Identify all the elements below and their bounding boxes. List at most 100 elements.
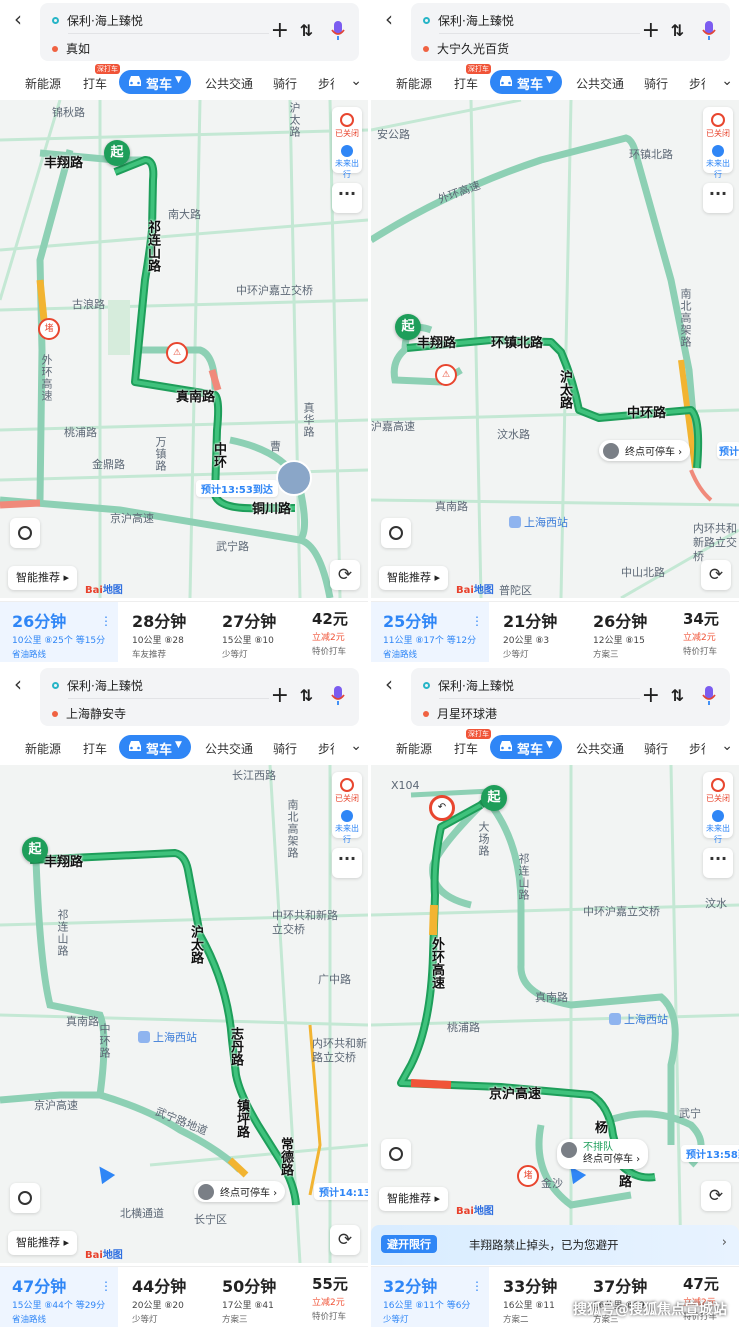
tab-taxi[interactable]: 打车 (83, 740, 107, 757)
road-closure-button[interactable]: 已关闭 未来出行 (332, 107, 362, 179)
tab-drive[interactable]: 驾车 ▼ (119, 735, 191, 759)
microphone-icon[interactable] (331, 21, 345, 41)
destination-field[interactable]: 月星环球港 (423, 705, 497, 722)
route-input-box[interactable]: 保利·海上臻悦 月星环球港 + ⇅ (411, 668, 730, 726)
destination-thumbnail[interactable] (276, 460, 312, 496)
microphone-icon[interactable] (702, 686, 716, 706)
tab-drive[interactable]: 驾车 ▼ (119, 70, 191, 94)
swap-route-icon[interactable]: ⇅ (671, 22, 684, 40)
more-options-icon[interactable]: ··· (332, 183, 362, 213)
parking-chip[interactable]: 不排队 终点可停车 › (557, 1139, 649, 1169)
option-menu-icon[interactable]: ⋮ (471, 1279, 483, 1293)
road-closure-button[interactable]: 已关闭 未来出行 (703, 772, 733, 844)
tab-new-energy[interactable]: 新能源 (25, 740, 61, 757)
tab-cycling[interactable]: 骑行 (273, 740, 297, 757)
tab-cycling[interactable]: 骑行 (273, 75, 297, 92)
tab-public-transit[interactable]: 公共交通 (205, 75, 253, 92)
add-waypoint-icon[interactable]: + (271, 685, 289, 707)
refresh-icon[interactable]: ⟳ (330, 560, 360, 590)
tab-taxi[interactable]: 打车 (454, 740, 478, 757)
tab-public-transit[interactable]: 公共交通 (576, 75, 624, 92)
option-menu-icon[interactable]: ⋮ (471, 614, 483, 628)
origin-field[interactable]: 保利·海上臻悦 (423, 677, 514, 694)
destination-field[interactable]: 大宁久光百货 (423, 40, 509, 57)
tab-new-energy[interactable]: 新能源 (396, 75, 432, 92)
route-option-selected[interactable]: 26分钟 10公里 ⑧25个 等15分 省油路线 ⋮ (0, 602, 118, 662)
chevron-right-icon[interactable]: › (722, 1235, 727, 1250)
option-menu-icon[interactable]: ⋮ (100, 614, 112, 628)
taxi-option[interactable]: 55元 立减2元 特价打车 (312, 1273, 348, 1322)
route-option-selected[interactable]: 32分钟 16公里 ⑧11个 等6分 少等灯 ⋮ (371, 1267, 489, 1327)
route-option[interactable]: 26分钟 12公里 ⑧15 方案三 (593, 608, 647, 660)
destination-field[interactable]: 真如 (52, 40, 90, 57)
map-view[interactable]: 锦秋路 南大路 古浪路 中环沪嘉立交桥 桃浦路 金鼎路 京沪高速 武宁路 万镇路… (0, 100, 368, 598)
road-closure-button[interactable]: 已关闭 未来出行 (703, 107, 733, 179)
tab-public-transit[interactable]: 公共交通 (576, 740, 624, 757)
tab-new-energy[interactable]: 新能源 (396, 740, 432, 757)
swap-route-icon[interactable]: ⇅ (300, 687, 313, 705)
tab-walking[interactable]: 步行 (318, 75, 334, 92)
tab-walking[interactable]: 步行 (689, 75, 705, 92)
destination-field[interactable]: 上海静安寺 (52, 705, 126, 722)
taxi-option[interactable]: 42元 立减2元 特价打车 (312, 608, 348, 657)
smart-recommend-button[interactable]: 智能推荐 ▸ (379, 566, 449, 590)
map-view[interactable]: X104 大场路 祁连山路 中环沪嘉立交桥 汶水 真南路 上海西站 桃浦路 武宁… (371, 765, 739, 1263)
locate-button[interactable] (381, 518, 411, 548)
option-menu-icon[interactable]: ⋮ (100, 1279, 112, 1293)
more-options-icon[interactable]: ··· (703, 848, 733, 878)
chevron-down-icon[interactable]: ⌄ (721, 73, 733, 89)
parking-chip[interactable]: 终点可停车 › (194, 1181, 286, 1202)
locate-button[interactable] (10, 518, 40, 548)
tab-walking[interactable]: 步行 (318, 740, 334, 757)
taxi-option[interactable]: 34元 立减2元 特价打车 (683, 608, 719, 657)
back-arrow-icon[interactable]: ‹ (14, 9, 34, 30)
route-option[interactable]: 44分钟 20公里 ⑧20 少等灯 (132, 1273, 186, 1325)
route-input-box[interactable]: 保利·海上臻悦 真如 + ⇅ (40, 3, 359, 61)
tab-cycling[interactable]: 骑行 (644, 740, 668, 757)
chevron-down-icon[interactable]: ⌄ (350, 738, 362, 754)
back-arrow-icon[interactable]: ‹ (14, 674, 34, 695)
smart-recommend-button[interactable]: 智能推荐 ▸ (379, 1187, 449, 1211)
add-waypoint-icon[interactable]: + (642, 20, 660, 42)
tab-drive[interactable]: 驾车 ▼ (490, 735, 562, 759)
chevron-down-icon[interactable]: ⌄ (721, 738, 733, 754)
origin-field[interactable]: 保利·海上臻悦 (52, 12, 143, 29)
route-input-box[interactable]: 保利·海上臻悦 上海静安寺 + ⇅ (40, 668, 359, 726)
tab-new-energy[interactable]: 新能源 (25, 75, 61, 92)
more-options-icon[interactable]: ··· (332, 848, 362, 878)
tab-walking[interactable]: 步行 (689, 740, 705, 757)
swap-route-icon[interactable]: ⇅ (300, 22, 313, 40)
map-view[interactable]: 安公路 外环高速 环镇北路 南北高架路 沪嘉高速 汶水路 真南路 上海西站 内环… (371, 100, 739, 598)
parking-chip[interactable]: 终点可停车 › (599, 440, 691, 461)
route-option[interactable]: 21分钟 20公里 ⑧3 少等灯 (503, 608, 557, 660)
tab-taxi[interactable]: 打车 (83, 75, 107, 92)
swap-route-icon[interactable]: ⇅ (671, 687, 684, 705)
refresh-icon[interactable]: ⟳ (701, 560, 731, 590)
smart-recommend-button[interactable]: 智能推荐 ▸ (8, 566, 78, 590)
locate-button[interactable] (10, 1183, 40, 1213)
add-waypoint-icon[interactable]: + (642, 685, 660, 707)
more-options-icon[interactable]: ··· (703, 183, 733, 213)
route-option[interactable]: 28分钟 10公里 ⑧28 车友推荐 (132, 608, 186, 660)
route-option[interactable]: 50分钟 17公里 ⑧41 方案三 (222, 1273, 276, 1325)
tab-taxi[interactable]: 打车 (454, 75, 478, 92)
locate-button[interactable] (381, 1139, 411, 1169)
tab-drive[interactable]: 驾车 ▼ (490, 70, 562, 94)
tab-public-transit[interactable]: 公共交通 (205, 740, 253, 757)
route-option-selected[interactable]: 47分钟 15公里 ⑧44个 等29分 省油路线 ⋮ (0, 1267, 118, 1327)
add-waypoint-icon[interactable]: + (271, 20, 289, 42)
route-option-selected[interactable]: 25分钟 11公里 ⑧17个 等12分 省油路线 ⋮ (371, 602, 489, 662)
refresh-icon[interactable]: ⟳ (330, 1225, 360, 1255)
map-view[interactable]: 长江西路 南北高架路 中环共和新路立交桥 广中路 祁连山路 真南路 上海西站 内… (0, 765, 368, 1263)
route-input-box[interactable]: 保利·海上臻悦 大宁久光百货 + ⇅ (411, 3, 730, 61)
road-closure-button[interactable]: 已关闭 未来出行 (332, 772, 362, 844)
route-option[interactable]: 27分钟 15公里 ⑧10 少等灯 (222, 608, 276, 660)
route-option[interactable]: 33分钟 16公里 ⑧11 方案二 (503, 1273, 557, 1325)
back-arrow-icon[interactable]: ‹ (385, 674, 405, 695)
avoid-restriction-banner[interactable]: 避开限行 丰翔路禁止掉头，已为您避开 › (371, 1225, 739, 1265)
back-arrow-icon[interactable]: ‹ (385, 9, 405, 30)
origin-field[interactable]: 保利·海上臻悦 (52, 677, 143, 694)
microphone-icon[interactable] (331, 686, 345, 706)
smart-recommend-button[interactable]: 智能推荐 ▸ (8, 1231, 78, 1255)
refresh-icon[interactable]: ⟳ (701, 1181, 731, 1211)
